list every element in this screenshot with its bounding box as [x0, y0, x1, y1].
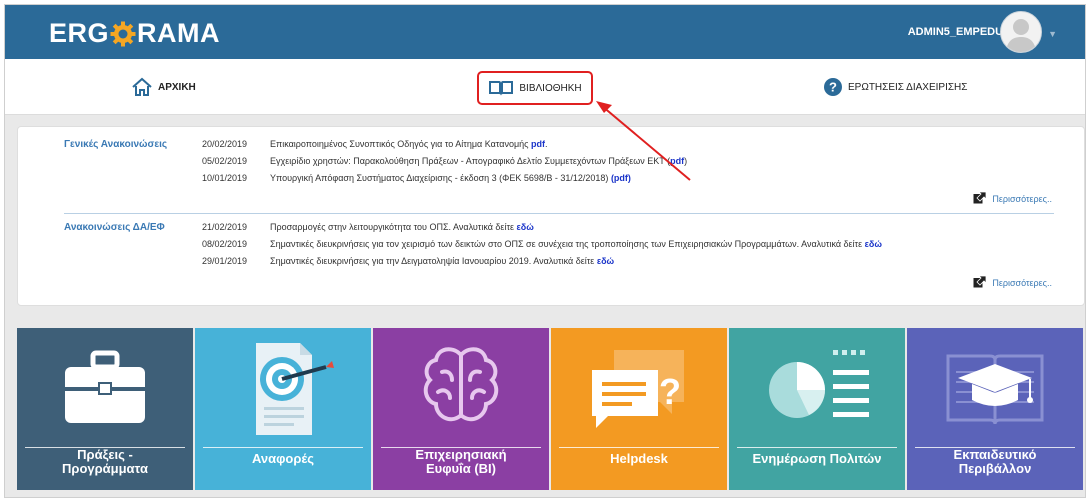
user-silhouette-icon	[1006, 19, 1037, 52]
tile-reports[interactable]: Αναφορές	[195, 328, 371, 490]
list-item: 21/02/2019 Προσαρμογές στην λειτουργικότ…	[202, 222, 882, 239]
pdf-link[interactable]: pdf	[531, 139, 545, 156]
briefcase-icon	[65, 350, 145, 423]
book-icon	[488, 79, 514, 97]
ergorama-logo[interactable]: ERG RAMA	[49, 18, 220, 49]
here-link[interactable]: εδώ	[517, 222, 534, 239]
list-item: 10/01/2019 Υπουργική Απόφαση Συστήματος …	[202, 173, 687, 190]
section-title[interactable]: Ανακοινώσεις ΔΑ/ΕΦ	[64, 222, 165, 233]
nav-library[interactable]: ΒΙΒΛΙΟΘΗΚΗ	[477, 71, 593, 105]
app-frame: ERG RAMA ADMIN5_EMPEDU ▼ ΑΡΧΙΚΗ ΒΙΒΛΙΟΘΗ…	[4, 4, 1086, 498]
user-menu[interactable]: ADMIN5_EMPEDU ▼	[908, 11, 1057, 53]
svg-text:?: ?	[659, 371, 681, 412]
target-report-icon	[256, 343, 334, 435]
more-da-ef-link[interactable]: Περισσότερες..	[973, 275, 1052, 290]
external-link-icon	[973, 275, 987, 290]
help-chat-icon: ?	[592, 350, 684, 428]
tile-projects[interactable]: Πράξεις - Προγράμματα	[17, 328, 193, 490]
tile-training[interactable]: Εκπαιδευτικό Περιβάλλον	[907, 328, 1083, 490]
module-tiles: Πράξεις - Προγράμματα Αναφορές Επιχειρησ…	[17, 328, 1085, 490]
here-link[interactable]: εδώ	[597, 256, 614, 273]
tile-helpdesk[interactable]: ? Helpdesk	[551, 328, 727, 490]
nav-home[interactable]: ΑΡΧΙΚΗ	[131, 59, 196, 115]
here-link[interactable]: εδώ	[865, 239, 882, 256]
pdf-link[interactable]: (pdf)	[611, 173, 631, 190]
section-title[interactable]: Γενικές Ανακοινώσεις	[64, 139, 167, 150]
top-bar: ERG RAMA ADMIN5_EMPEDU ▼	[5, 5, 1085, 59]
main-nav: ΑΡΧΙΚΗ ΒΙΒΛΙΟΘΗΚΗ ? ΕΡΩΤΗΣΕΙΣ ΔΙΑΧΕΙΡΙΣΗ…	[5, 59, 1085, 115]
announcements-panel: Γενικές Ανακοινώσεις 20/02/2019 Επικαιρο…	[17, 126, 1085, 306]
chevron-down-icon[interactable]: ▼	[1048, 29, 1057, 39]
pdf-link[interactable]: pdf	[670, 156, 684, 173]
nav-faq[interactable]: ? ΕΡΩΤΗΣΕΙΣ ΔΙΑΧΕΙΡΙΣΗΣ	[823, 59, 967, 115]
gear-logo-icon	[110, 21, 136, 47]
list-item: 29/01/2019 Σημαντικές διευκρινήσεις για …	[202, 256, 882, 273]
question-circle-icon: ?	[823, 77, 843, 97]
tile-bi[interactable]: Επιχειρησιακή Ευφυΐα (BI)	[373, 328, 549, 490]
pie-chart-icon	[769, 350, 869, 418]
svg-text:?: ?	[829, 80, 837, 95]
more-general-link[interactable]: Περισσότερες..	[973, 191, 1052, 206]
tile-citizens[interactable]: Ενημέρωση Πολιτών	[729, 328, 905, 490]
list-item: 20/02/2019 Επικαιροποιημένος Συνοπτικός …	[202, 139, 687, 156]
section-divider	[64, 213, 1054, 214]
avatar[interactable]	[1000, 11, 1043, 53]
username-label: ADMIN5_EMPEDU	[907, 26, 1004, 38]
graduation-cap-icon	[946, 354, 1044, 425]
home-icon	[131, 77, 153, 97]
list-item: 08/02/2019 Σημαντικές διευκρινήσεις για …	[202, 239, 882, 256]
external-link-icon	[973, 191, 987, 206]
list-item: 05/02/2019 Εγχειρίδιο χρηστών: Παρακολού…	[202, 156, 687, 173]
brain-icon	[423, 347, 499, 422]
